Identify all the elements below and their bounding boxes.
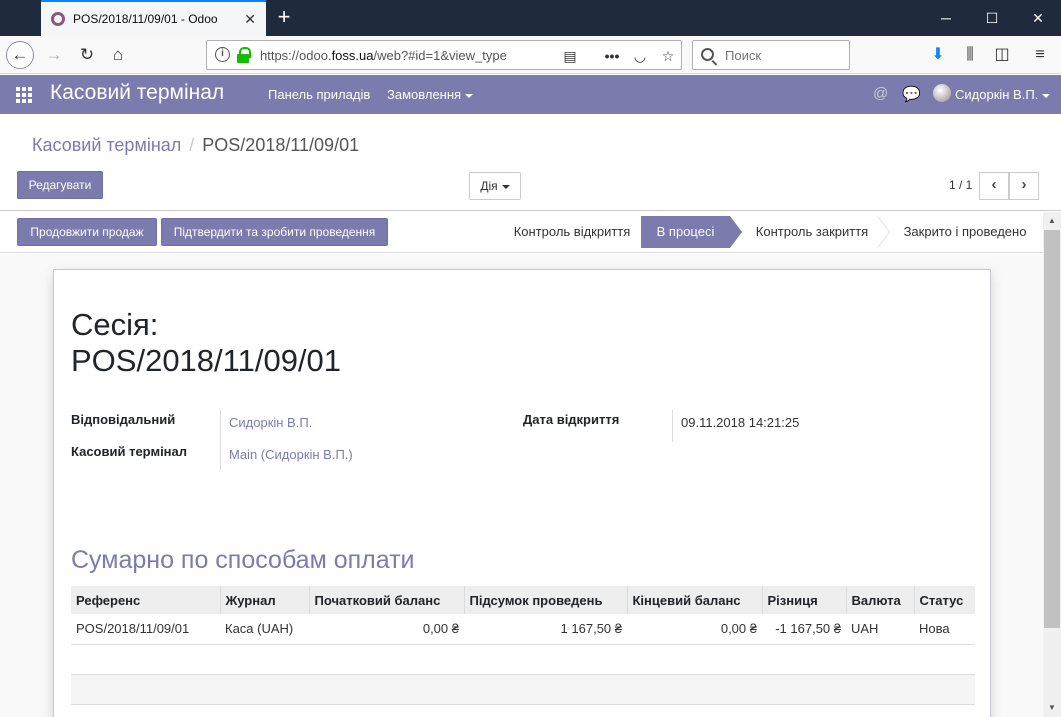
col-closing-balance[interactable]: Кінцевий баланс xyxy=(626,586,762,614)
cell-opening-balance: 0,00 ₴ xyxy=(309,614,464,645)
breadcrumb-separator: / xyxy=(189,135,195,155)
responsible-value-link[interactable]: Сидоркін В.П. xyxy=(229,415,312,430)
cell-status: Нова xyxy=(914,614,975,645)
col-currency[interactable]: Валюта xyxy=(845,586,914,614)
stage-closed-posted[interactable]: Закрито і проведено xyxy=(892,216,1038,248)
page-actions-icon[interactable]: ••• xyxy=(601,45,623,67)
forward-arrow-icon[interactable]: → xyxy=(40,41,68,69)
validate-closing-button[interactable]: Підтвердити та зробити проведення xyxy=(161,218,388,246)
table-empty-row xyxy=(71,674,975,705)
stage-closing-control[interactable]: Контроль закриття xyxy=(744,216,880,248)
continue-selling-button[interactable]: Продовжити продаж xyxy=(17,218,157,246)
form-statusbar: Продовжити продаж Підтвердити та зробити… xyxy=(0,212,1043,253)
bookmark-star-icon[interactable]: ☆ xyxy=(657,45,679,67)
page-title: Сесія: POS/2018/11/09/01 xyxy=(71,307,342,378)
close-window-icon[interactable]: ✕ xyxy=(1015,0,1061,36)
control-panel: Касовий термінал / POS/2018/11/09/01 Редаг… xyxy=(0,114,1061,211)
search-placeholder: Поиск xyxy=(725,48,762,63)
open-date-value: 09.11.2018 14:21:25 xyxy=(681,415,800,430)
avatar[interactable] xyxy=(933,84,951,102)
page-scrollbar[interactable]: ▲ ▼ xyxy=(1043,212,1061,717)
pos-label: Касовий термінал xyxy=(71,444,188,459)
url-text[interactable]: https://odoo.foss.ua/web?#id=1&view_type xyxy=(260,48,530,63)
scrollbar-thumb[interactable] xyxy=(1044,230,1060,628)
home-icon[interactable]: ⌂ xyxy=(104,41,132,69)
pos-value-link[interactable]: Main (Сидоркін В.П.) xyxy=(229,447,353,462)
col-journal[interactable]: Журнал xyxy=(219,586,309,614)
scroll-up-icon[interactable]: ▲ xyxy=(1043,212,1061,230)
new-tab-icon[interactable]: + xyxy=(270,4,298,32)
section-title: Сумарно по способам оплати xyxy=(71,546,415,574)
open-date-label: Дата відкриття xyxy=(523,412,620,427)
browser-tab[interactable]: POS/2018/11/09/01 - Odoo ✕ xyxy=(41,0,266,36)
pager-previous-button[interactable]: ‹ xyxy=(979,172,1009,200)
library-icon[interactable]: ⫼ xyxy=(960,45,980,65)
breadcrumb: Касовий термінал / POS/2018/11/09/01 xyxy=(32,135,359,156)
table-spacer-row xyxy=(71,644,975,675)
field-divider xyxy=(672,410,673,442)
tab-close-icon[interactable]: ✕ xyxy=(244,11,256,28)
chevron-down-icon xyxy=(1042,93,1051,98)
responsible-label: Відповідальний xyxy=(71,412,176,427)
cell-transactions-subtotal: 1 167,50 ₴ xyxy=(464,614,627,645)
reload-icon[interactable]: ↻ xyxy=(73,41,101,69)
user-menu[interactable]: Сидоркін В.П. xyxy=(955,87,1051,102)
maximize-icon[interactable]: ☐ xyxy=(969,0,1015,36)
chat-icon[interactable]: 💬 xyxy=(902,85,921,103)
edit-button[interactable]: Редагувати xyxy=(17,171,103,199)
url-bar[interactable]: i https://odoo.foss.ua/web?#id=1&view_ty… xyxy=(206,40,682,70)
browser-tabbar: POS/2018/11/09/01 - Odoo ✕ + ─ ☐ ✕ xyxy=(0,0,1061,36)
minimize-icon[interactable]: ─ xyxy=(923,0,969,36)
table-row[interactable]: POS/2018/11/09/01 Каса (UAH) 0,00 ₴ 1 16… xyxy=(71,614,975,645)
cell-currency: UAH xyxy=(846,614,914,645)
action-dropdown-button[interactable]: Дія xyxy=(469,172,521,200)
stage-separator xyxy=(877,216,890,248)
browser-search-input[interactable]: Поиск xyxy=(692,40,850,70)
col-reference[interactable]: Референс xyxy=(71,586,220,614)
col-status[interactable]: Статус xyxy=(913,586,975,614)
col-difference[interactable]: Різниця xyxy=(761,586,846,614)
col-opening-balance[interactable]: Початковий баланс xyxy=(308,586,464,614)
back-arrow-icon[interactable]: ← xyxy=(6,41,34,69)
cell-journal: Каса (UAH) xyxy=(220,614,309,645)
app-title: Касовий термінал xyxy=(50,81,225,104)
pocket-icon[interactable]: ◡ xyxy=(629,45,651,67)
download-icon[interactable]: ⬇ xyxy=(928,45,948,65)
pager-value: 1 / 1 xyxy=(949,178,973,192)
pager-next-button[interactable]: › xyxy=(1009,172,1039,200)
hamburger-menu-icon[interactable]: ≡ xyxy=(1030,45,1050,65)
table-header-row: Референс Журнал Початковий баланс Підсум… xyxy=(71,586,975,614)
reader-view-icon[interactable]: ▤ xyxy=(559,45,581,67)
scroll-down-icon[interactable]: ▼ xyxy=(1043,699,1061,717)
cell-reference: POS/2018/11/09/01 xyxy=(71,614,220,645)
odoo-favicon-icon xyxy=(51,12,65,26)
cell-difference: -1 167,50 ₴ xyxy=(762,614,846,645)
chevron-down-icon xyxy=(465,93,474,98)
site-info-icon[interactable]: i xyxy=(215,47,230,62)
lock-icon xyxy=(237,47,251,63)
menu-orders[interactable]: Замовлення xyxy=(387,87,474,102)
breadcrumb-parent-link[interactable]: Касовий термінал xyxy=(32,135,181,155)
stage-in-progress[interactable]: В процесі xyxy=(641,216,742,248)
stage-opening-control[interactable]: Контроль відкриття xyxy=(504,216,640,248)
mention-icon[interactable]: @ xyxy=(873,85,888,102)
tab-title: POS/2018/11/09/01 - Odoo xyxy=(73,12,218,26)
odoo-topbar: Касовий термінал Панель приладів Замовле… xyxy=(0,75,1061,114)
apps-grid-icon[interactable] xyxy=(16,87,32,103)
breadcrumb-current: POS/2018/11/09/01 xyxy=(202,135,360,155)
field-divider xyxy=(220,410,221,470)
sidebar-icon[interactable]: ◫ xyxy=(992,45,1012,65)
form-sheet: Сесія: POS/2018/11/09/01 Відповідальний … xyxy=(53,269,991,717)
col-transactions-subtotal[interactable]: Підсумок проведень xyxy=(463,586,627,614)
menu-dashboard[interactable]: Панель приладів xyxy=(268,87,370,102)
search-icon xyxy=(701,48,714,61)
payment-summary-table: Референс Журнал Початковий баланс Підсум… xyxy=(71,586,975,705)
chevron-down-icon xyxy=(501,184,510,189)
cell-closing-balance: 0,00 ₴ xyxy=(627,614,762,645)
browser-navbar: ← → ↻ ⌂ i https://odoo.foss.ua/web?#id=1… xyxy=(0,36,1061,74)
